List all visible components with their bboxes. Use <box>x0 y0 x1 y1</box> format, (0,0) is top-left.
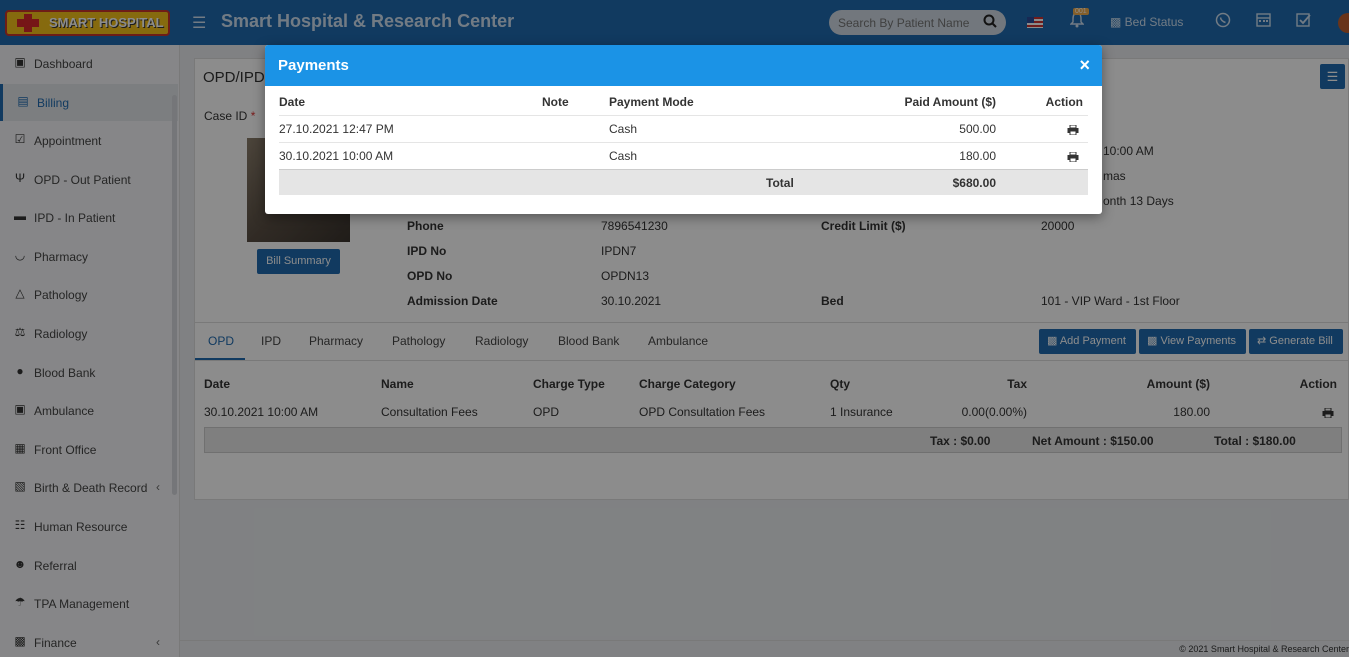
payment-amount: 500.00 <box>959 122 996 136</box>
payment-mode: Cash <box>609 122 638 136</box>
print-icon[interactable] <box>1067 125 1079 135</box>
payments-modal: Payments × Date Note Payment Mode Paid A… <box>265 45 1102 214</box>
close-icon[interactable]: × <box>1079 55 1090 76</box>
payments-col-paid: Paid Amount ($) <box>904 95 996 109</box>
payment-date: 27.10.2021 12:47 PM <box>279 122 394 136</box>
payments-col-note: Note <box>542 95 569 109</box>
payment-amount: 180.00 <box>959 149 996 163</box>
payments-col-mode: Payment Mode <box>609 95 694 109</box>
payment-mode: Cash <box>609 149 638 163</box>
payments-total-value: $680.00 <box>952 176 996 190</box>
payments-total-label: Total <box>766 176 794 190</box>
payments-col-date: Date <box>279 95 306 109</box>
payments-row-divider <box>279 142 1088 143</box>
modal-header: Payments × <box>265 45 1102 86</box>
print-icon[interactable] <box>1067 152 1079 162</box>
payments-header-divider <box>279 115 1088 116</box>
payment-date: 30.10.2021 10:00 AM <box>279 149 394 163</box>
payments-col-action: Action <box>1045 95 1083 109</box>
modal-title: Payments <box>278 57 349 74</box>
